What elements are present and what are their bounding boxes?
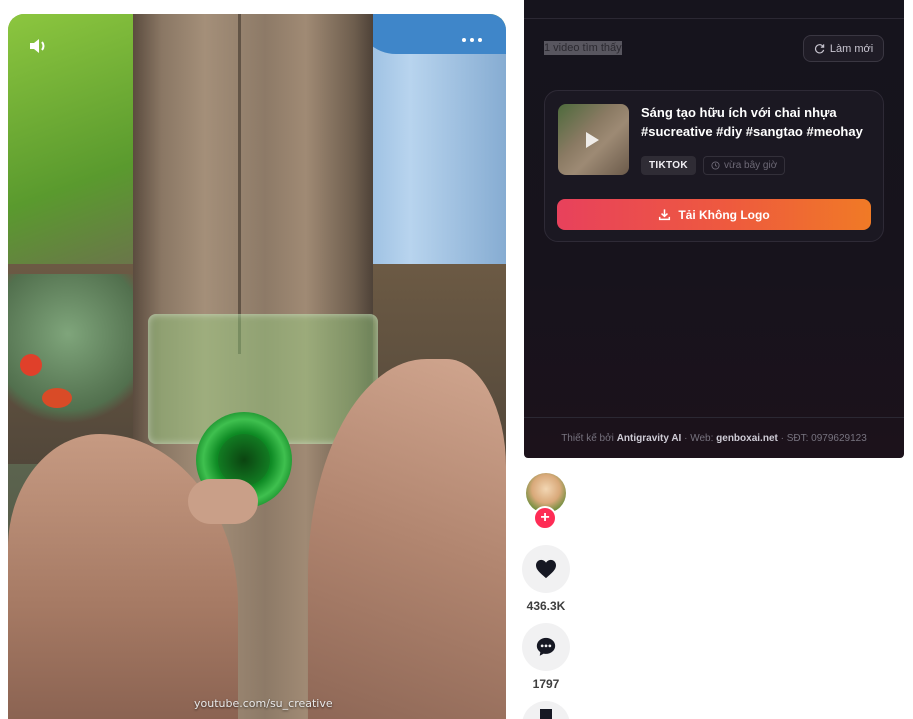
divider xyxy=(524,18,904,19)
heart-icon xyxy=(536,559,556,579)
more-dots-icon[interactable] xyxy=(462,38,482,42)
download-label: Tải Không Logo xyxy=(678,207,770,222)
downloader-panel: 1 video tìm thấy Làm mới Sáng tạo hữu íc… xyxy=(524,0,904,458)
like-count: 436.3K xyxy=(526,599,566,613)
panel-footer: Thiết kế bởi Antigravity AI · Web: genbo… xyxy=(561,433,867,444)
comment-icon xyxy=(536,637,556,656)
comment-count: 1797 xyxy=(532,677,560,691)
download-icon xyxy=(659,209,671,221)
video-watermark: youtube.com/su_creative xyxy=(194,697,333,710)
page: youtube.com/su_creative 1 video tìm thấy… xyxy=(0,0,913,719)
video-thumbnail[interactable] xyxy=(558,104,629,175)
speaker-icon[interactable] xyxy=(28,36,52,56)
follow-button[interactable]: + xyxy=(533,506,557,530)
refresh-label: Làm mới xyxy=(829,42,874,55)
platform-badge: TIKTOK xyxy=(641,156,696,175)
refresh-button[interactable]: Làm mới xyxy=(803,35,884,62)
video-result-card: Sáng tạo hữu ích với chai nhựa #sucreati… xyxy=(544,90,884,242)
website-link[interactable]: genboxai.net xyxy=(716,433,778,444)
bookmark-button[interactable] xyxy=(522,701,570,719)
video-player[interactable]: youtube.com/su_creative xyxy=(8,14,506,719)
time-badge: vừa bây giờ xyxy=(703,156,786,175)
time-label: vừa bây giờ xyxy=(724,160,778,171)
bookmark-icon xyxy=(540,709,552,719)
refresh-icon xyxy=(814,44,825,54)
video-title: Sáng tạo hữu ích với chai nhựa #sucreati… xyxy=(641,105,863,139)
like-button[interactable] xyxy=(522,545,570,593)
results-count: 1 video tìm thấy xyxy=(544,41,622,55)
divider xyxy=(524,417,904,418)
clock-icon xyxy=(711,161,720,170)
play-icon xyxy=(586,132,599,148)
download-no-logo-button[interactable]: Tải Không Logo xyxy=(557,199,871,230)
designer-link[interactable]: Antigravity AI xyxy=(617,433,682,444)
comment-button[interactable] xyxy=(522,623,570,671)
